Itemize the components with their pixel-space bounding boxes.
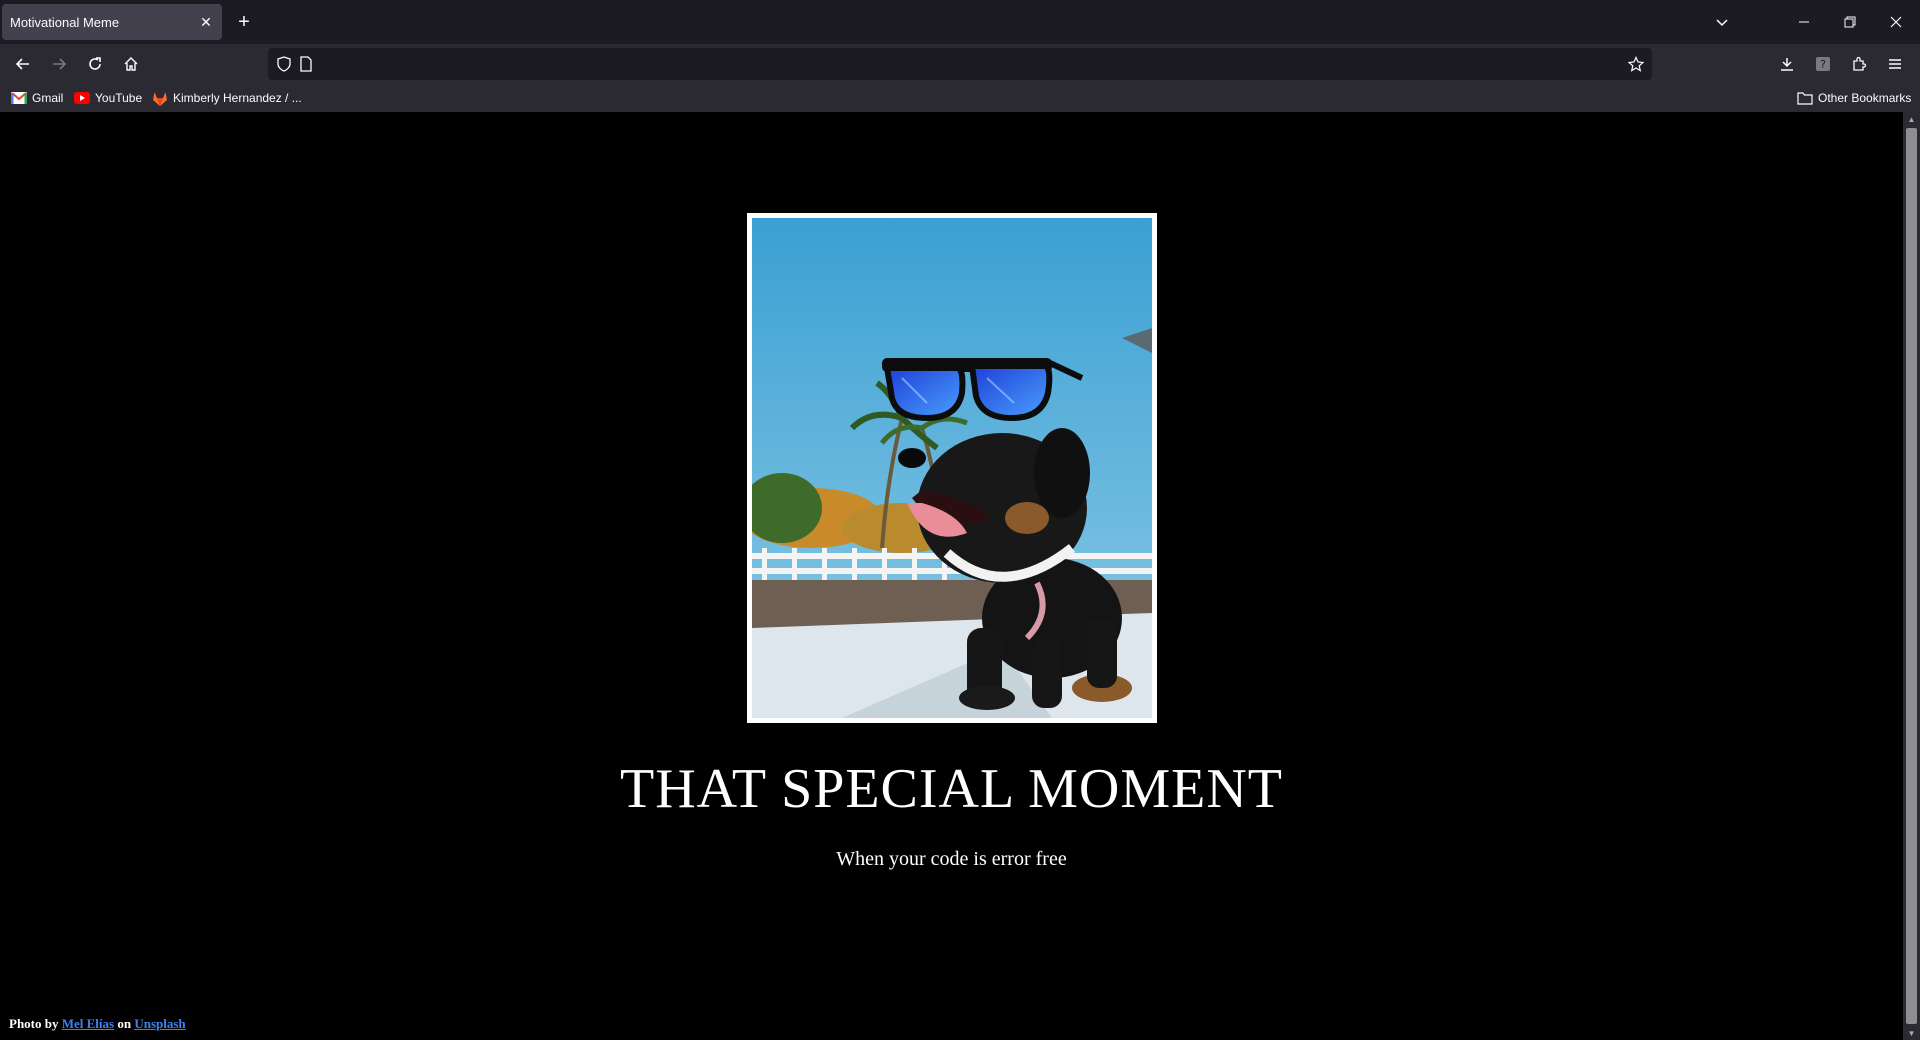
tab-motivational-meme[interactable]: Motivational Meme ✕ [2, 4, 222, 40]
reload-icon[interactable] [81, 50, 109, 78]
address-bar[interactable] [268, 48, 1652, 80]
meme-headline: THAT SPECIAL MOMENT [619, 758, 1284, 820]
dog-with-sunglasses-photo [752, 218, 1152, 718]
downloads-icon[interactable] [1773, 50, 1801, 78]
bookmark-label: Kimberly Hernandez / ... [173, 91, 302, 105]
bookmark-youtube[interactable]: YouTube [74, 88, 142, 108]
tab-strip: Motivational Meme ✕ + [0, 0, 1920, 44]
bookmark-kimberly-hernandez[interactable]: Kimberly Hernandez / ... [152, 88, 302, 108]
page-scrollbar[interactable]: ▲ ▼ [1903, 112, 1920, 1040]
extensions-puzzle-icon[interactable] [1845, 50, 1873, 78]
credit-middle: on [117, 1016, 132, 1031]
bookmark-gmail[interactable]: Gmail [11, 88, 63, 108]
close-tab-icon[interactable]: ✕ [198, 14, 214, 30]
gmail-icon [11, 90, 27, 106]
extension-help-icon[interactable]: ? [1809, 50, 1837, 78]
author-link[interactable]: Mel Elías [62, 1016, 114, 1031]
bookmark-star-icon[interactable] [1626, 54, 1646, 74]
scrollbar-thumb[interactable] [1906, 128, 1917, 1024]
meme-subline: When your code is error free [836, 848, 1067, 870]
unsplash-link[interactable]: Unsplash [134, 1016, 185, 1031]
gitlab-icon [152, 90, 168, 106]
scroll-down-arrow-icon[interactable]: ▼ [1903, 1026, 1920, 1040]
page-content: THAT SPECIAL MOMENT When your code is er… [0, 112, 1903, 1040]
list-all-tabs-icon[interactable] [1708, 8, 1736, 36]
forward-icon[interactable] [45, 50, 73, 78]
bookmarks-toolbar: Gmail YouTube Kimberly Hernandez / ... O… [0, 84, 1920, 112]
close-window-icon[interactable] [1882, 8, 1910, 36]
photo-credit: Photo by Mel Elías on Unsplash [9, 1016, 186, 1032]
tracking-protection-shield-icon[interactable] [274, 54, 294, 74]
bookmark-label: Gmail [32, 91, 64, 105]
back-icon[interactable] [9, 50, 37, 78]
page-info-icon[interactable] [296, 54, 316, 74]
scroll-up-arrow-icon[interactable]: ▲ [1903, 112, 1920, 126]
minimize-icon[interactable] [1790, 8, 1818, 36]
other-bookmarks[interactable]: Other Bookmarks [1797, 88, 1911, 108]
youtube-icon [74, 90, 90, 106]
restore-icon[interactable] [1836, 8, 1864, 36]
meme-photo-frame [747, 213, 1157, 723]
folder-icon [1797, 90, 1813, 106]
bookmark-label: YouTube [95, 91, 143, 105]
credit-prefix: Photo by [9, 1016, 59, 1031]
new-tab-icon[interactable]: + [232, 10, 256, 34]
other-bookmarks-label: Other Bookmarks [1818, 91, 1912, 105]
menu-hamburger-icon[interactable] [1881, 50, 1909, 78]
tab-title: Motivational Meme [10, 14, 120, 30]
navigation-toolbar: ? [0, 44, 1920, 84]
svg-text:?: ? [1820, 58, 1826, 71]
home-icon[interactable] [117, 50, 145, 78]
